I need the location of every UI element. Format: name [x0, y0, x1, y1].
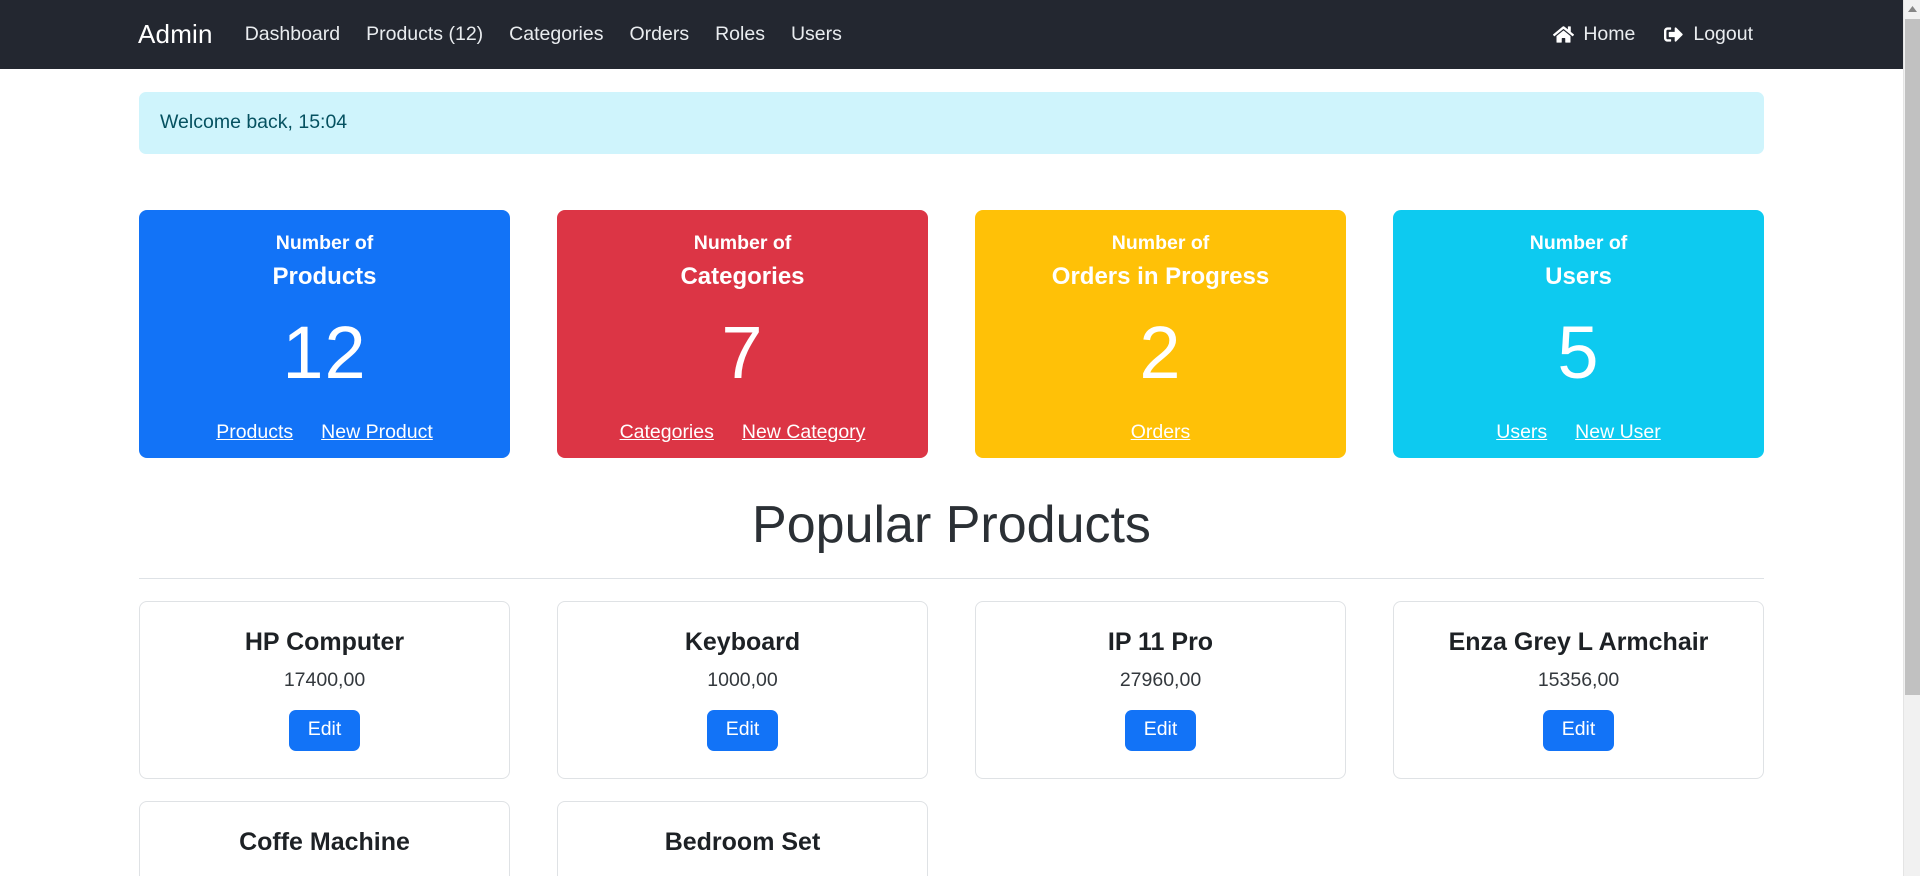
product-price: 15356,00: [1537, 669, 1620, 692]
stat-card-orders: Number of Orders in Progress 2 Orders: [975, 210, 1346, 458]
stat-card-users: Number of Users 5 Users New User: [1393, 210, 1764, 458]
stat-link-users[interactable]: Users: [1496, 421, 1547, 444]
nav-link-categories[interactable]: Categories: [509, 23, 603, 46]
home-icon: [1553, 25, 1575, 44]
stat-card-value: 2: [1139, 310, 1182, 394]
product-card[interactable]: HP Computer 17400,00 Edit: [139, 601, 510, 780]
page-content: Admin Dashboard Products (12) Categories…: [0, 0, 1903, 876]
product-title: HP Computer: [244, 628, 405, 657]
product-card[interactable]: IP 11 Pro 27960,00 Edit: [975, 601, 1346, 780]
stat-card-top-label: Number of: [275, 232, 374, 254]
stat-card-top-label: Number of: [693, 232, 792, 254]
stat-link-new-category[interactable]: New Category: [742, 421, 866, 444]
product-title: Coffe Machine: [239, 828, 410, 857]
main-container: Welcome back, 15:04 Number of Products 1…: [139, 92, 1764, 876]
stat-card-links: Categories New Category: [620, 421, 866, 444]
edit-button[interactable]: Edit: [1124, 710, 1197, 751]
welcome-alert: Welcome back, 15:04: [139, 92, 1764, 154]
nav-link-roles[interactable]: Roles: [715, 23, 765, 46]
product-card[interactable]: Bedroom Set Edit: [557, 801, 928, 876]
stat-card-value: 7: [721, 310, 764, 394]
browser-viewport: Admin Dashboard Products (12) Categories…: [0, 0, 1920, 876]
stat-card-title: Categories: [680, 262, 805, 290]
nav-link-logout-label: Logout: [1693, 23, 1753, 45]
stat-card-links: Products New Product: [216, 421, 433, 444]
vertical-scrollbar[interactable]: [1903, 0, 1920, 876]
scrollbar-thumb[interactable]: [1905, 19, 1920, 695]
brand-admin[interactable]: Admin: [138, 19, 213, 50]
nav-link-dashboard[interactable]: Dashboard: [245, 23, 340, 46]
nav-right-group: Home Logout: [1553, 23, 1871, 46]
nav-link-home-label: Home: [1583, 23, 1636, 45]
product-card[interactable]: Coffe Machine Edit: [139, 801, 510, 876]
product-title: Enza Grey L Armchair: [1448, 628, 1709, 657]
product-price: 1000,00: [707, 669, 778, 692]
scroll-up-arrow-icon[interactable]: [1904, 0, 1920, 17]
stat-card-title: Users: [1545, 262, 1612, 290]
stat-card-categories: Number of Categories 7 Categories New Ca…: [557, 210, 928, 458]
product-price: 17400,00: [283, 669, 366, 692]
welcome-alert-text: Welcome back, 15:04: [160, 111, 348, 133]
stat-link-new-product[interactable]: New Product: [321, 421, 433, 444]
product-card[interactable]: Keyboard 1000,00 Edit: [557, 601, 928, 780]
section-divider: [139, 578, 1764, 580]
stat-link-products[interactable]: Products: [216, 421, 293, 444]
product-title: IP 11 Pro: [1107, 628, 1214, 657]
edit-button[interactable]: Edit: [1542, 710, 1615, 751]
nav-link-logout[interactable]: Logout: [1663, 23, 1753, 46]
nav-link-users[interactable]: Users: [791, 23, 842, 46]
edit-button[interactable]: Edit: [288, 710, 361, 751]
product-grid-row-2: Coffe Machine Edit Bedroom Set Edit: [139, 801, 1764, 876]
sign-out-icon: [1663, 25, 1684, 44]
product-grid-row-1: HP Computer 17400,00 Edit Keyboard 1000,…: [139, 601, 1764, 780]
stat-card-title: Orders in Progress: [1051, 262, 1270, 290]
stat-card-links: Orders: [1131, 421, 1191, 444]
product-price: 27960,00: [1119, 669, 1202, 692]
stat-card-value: 5: [1557, 310, 1600, 394]
edit-button[interactable]: Edit: [706, 710, 779, 751]
nav-link-products[interactable]: Products (12): [366, 23, 483, 46]
stat-card-products: Number of Products 12 Products New Produ…: [139, 210, 510, 458]
stat-link-new-user[interactable]: New User: [1575, 421, 1661, 444]
stat-card-title: Products: [272, 262, 377, 290]
stat-link-orders[interactable]: Orders: [1131, 421, 1191, 444]
product-title: Bedroom Set: [664, 828, 821, 857]
stat-cards-row: Number of Products 12 Products New Produ…: [139, 210, 1764, 458]
product-card[interactable]: Enza Grey L Armchair 15356,00 Edit: [1393, 601, 1764, 780]
nav-link-orders[interactable]: Orders: [629, 23, 689, 46]
top-navbar: Admin Dashboard Products (12) Categories…: [0, 0, 1903, 69]
nav-links: Dashboard Products (12) Categories Order…: [245, 23, 1554, 46]
nav-link-home[interactable]: Home: [1553, 23, 1635, 46]
stat-link-categories[interactable]: Categories: [620, 421, 714, 444]
stat-card-links: Users New User: [1496, 421, 1661, 444]
stat-card-top-label: Number of: [1529, 232, 1628, 254]
stat-card-top-label: Number of: [1111, 232, 1210, 254]
product-title: Keyboard: [684, 628, 801, 657]
page-title: Popular Products: [752, 496, 1151, 554]
stat-card-value: 12: [282, 310, 367, 394]
